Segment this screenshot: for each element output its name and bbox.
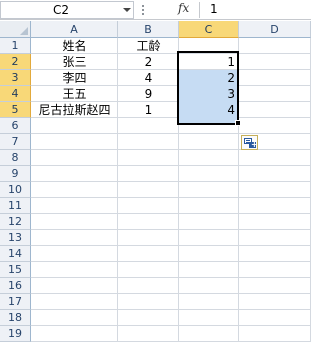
row-header-6[interactable]: 6 xyxy=(0,118,31,134)
row-header-5[interactable]: 5 xyxy=(0,102,31,118)
row-header-1[interactable]: 1 xyxy=(0,38,31,54)
formula-input[interactable]: 1 xyxy=(210,2,218,16)
row-header-15[interactable]: 15 xyxy=(0,262,31,278)
name-box-value: C2 xyxy=(53,3,70,17)
row-header-11[interactable]: 11 xyxy=(0,198,31,214)
row-header-18[interactable]: 18 xyxy=(0,310,31,326)
row-header-4[interactable]: 4 xyxy=(0,86,31,102)
gridline xyxy=(31,133,311,134)
formula-bar: C2 fx 1 xyxy=(0,0,311,20)
column-header-b[interactable]: B xyxy=(118,21,179,38)
fill-handle[interactable] xyxy=(235,120,241,126)
auto-fill-options-icon[interactable]: + xyxy=(241,135,258,150)
row-header-8[interactable]: 8 xyxy=(0,150,31,166)
cell-a3[interactable]: 李四 xyxy=(31,70,118,86)
gridline xyxy=(31,181,311,182)
formula-bar-splitter[interactable] xyxy=(141,3,145,17)
cell-a4[interactable]: 王五 xyxy=(31,86,118,102)
cell-b2[interactable]: 2 xyxy=(118,54,179,70)
row-header-19[interactable]: 19 xyxy=(0,326,31,342)
row-header-14[interactable]: 14 xyxy=(0,246,31,262)
gridline xyxy=(310,38,311,342)
cell-a2[interactable]: 张三 xyxy=(31,54,118,70)
gridline xyxy=(31,245,311,246)
row-header-16[interactable]: 16 xyxy=(0,278,31,294)
cell-b3[interactable]: 4 xyxy=(118,70,179,86)
row-header-2[interactable]: 2 xyxy=(0,54,31,70)
gridline xyxy=(31,261,311,262)
row-header-9[interactable]: 9 xyxy=(0,166,31,182)
formula-bar-divider xyxy=(199,2,200,18)
gridline xyxy=(31,149,311,150)
cell-b5[interactable]: 1 xyxy=(118,102,179,118)
column-header-d[interactable]: D xyxy=(239,21,311,38)
gridline xyxy=(31,229,311,230)
row-header-17[interactable]: 17 xyxy=(0,294,31,310)
gridline xyxy=(31,325,311,326)
gridline xyxy=(31,165,311,166)
row-header-7[interactable]: 7 xyxy=(0,134,31,150)
column-header-a[interactable]: A xyxy=(31,21,118,38)
row-header-10[interactable]: 10 xyxy=(0,182,31,198)
gridline xyxy=(31,213,311,214)
cell-b4[interactable]: 9 xyxy=(118,86,179,102)
name-box[interactable]: C2 xyxy=(0,1,134,19)
gridline xyxy=(31,309,311,310)
row-header-13[interactable]: 13 xyxy=(0,230,31,246)
chevron-down-icon[interactable] xyxy=(123,8,131,12)
cell-a5[interactable]: 尼古拉斯赵四 xyxy=(31,102,118,118)
cell-b1[interactable]: 工龄 xyxy=(118,38,179,54)
selection-border xyxy=(177,51,239,125)
gridline xyxy=(31,293,311,294)
row-header-12[interactable]: 12 xyxy=(0,214,31,230)
gridline xyxy=(31,197,311,198)
row-header-3[interactable]: 3 xyxy=(0,70,31,86)
select-all-button[interactable] xyxy=(0,21,31,38)
gridline xyxy=(31,277,311,278)
column-header-c[interactable]: C xyxy=(179,21,239,38)
cell-a1[interactable]: 姓名 xyxy=(31,38,118,54)
insert-function-button[interactable]: fx xyxy=(178,1,189,15)
